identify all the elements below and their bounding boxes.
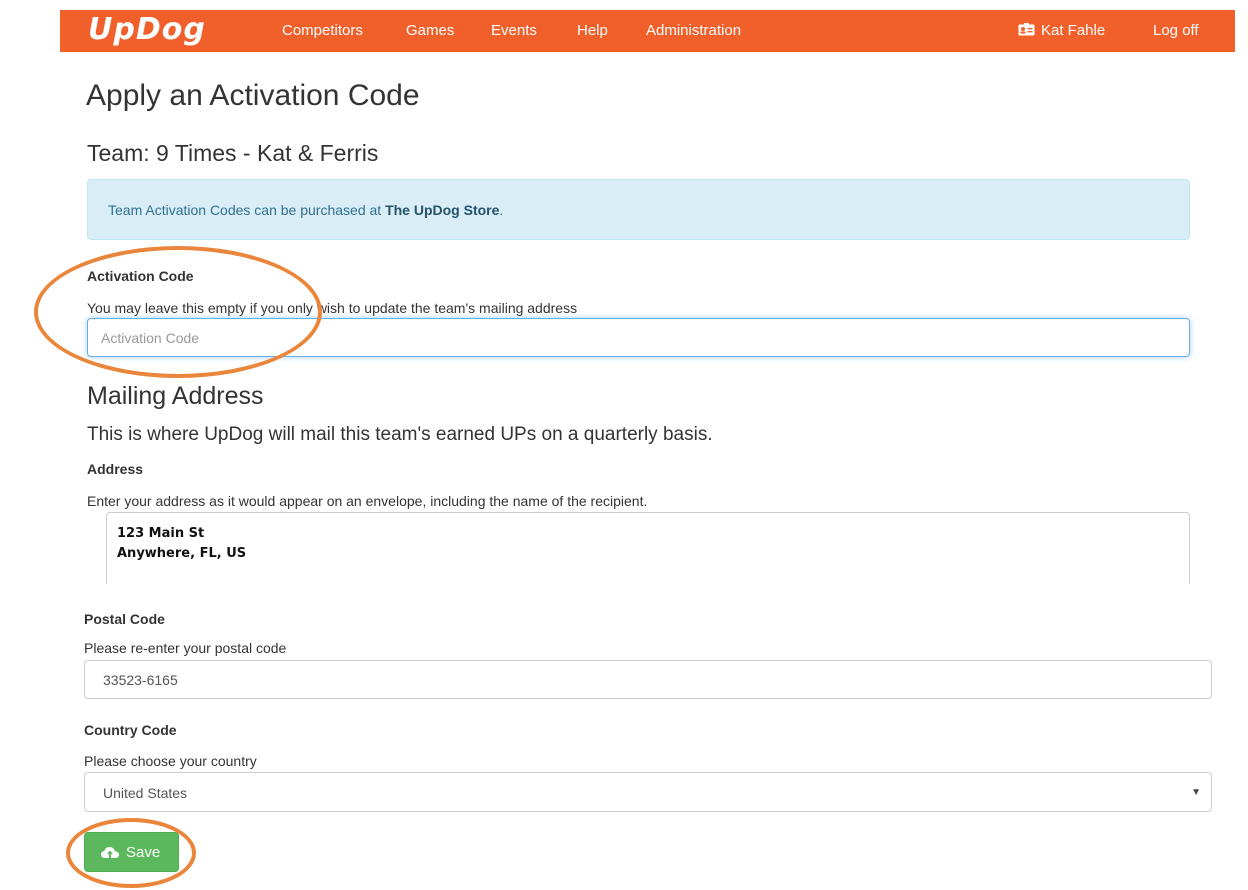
alert-text-end: . xyxy=(499,202,504,218)
postal-code-help: Please re-enter your postal code xyxy=(84,640,287,656)
id-card-icon xyxy=(1018,23,1035,36)
nav-competitors[interactable]: Competitors xyxy=(282,22,363,40)
address-line-2: Anywhere, FL, US xyxy=(117,546,247,561)
country-code-help: Please choose your country xyxy=(84,753,257,769)
address-help: Enter your address as it would appear on… xyxy=(87,493,648,509)
mailing-address-lead: This is where UpDog will mail this team'… xyxy=(87,424,713,445)
address-label: Address xyxy=(87,461,144,477)
nav-administration[interactable]: Administration xyxy=(646,22,741,40)
brand-logo[interactable]: UpDog xyxy=(88,14,206,46)
alert-text: Team Activation Codes can be purchased a… xyxy=(108,202,386,218)
country-select[interactable]: United States ▼ xyxy=(84,772,1212,812)
activation-code-input[interactable] xyxy=(87,318,1190,357)
store-link[interactable]: The UpDog Store xyxy=(385,202,499,218)
country-code-label: Country Code xyxy=(84,722,177,738)
nav-games[interactable]: Games xyxy=(406,22,454,40)
nav-logoff[interactable]: Log off xyxy=(1153,22,1199,40)
activation-code-label: Activation Code xyxy=(87,268,194,284)
team-title: Team: 9 Times - Kat & Ferris xyxy=(87,140,379,166)
cloud-upload-icon xyxy=(101,847,119,859)
activation-code-help: You may leave this empty if you only wis… xyxy=(87,300,578,316)
nav-user-name[interactable]: Kat Fahle xyxy=(1041,22,1105,40)
nav-events[interactable]: Events xyxy=(491,22,537,40)
info-alert: Team Activation Codes can be purchased a… xyxy=(87,179,1190,240)
address-textarea[interactable]: 123 Main St Anywhere, FL, US xyxy=(106,512,1190,584)
caret-down-icon: ▼ xyxy=(1191,787,1201,798)
country-selected-value: United States xyxy=(103,785,188,801)
save-button[interactable]: Save xyxy=(84,832,179,872)
address-line-1: 123 Main St xyxy=(117,526,205,541)
page-title: Apply an Activation Code xyxy=(86,79,420,112)
mailing-address-heading: Mailing Address xyxy=(87,382,264,410)
postal-code-label: Postal Code xyxy=(84,611,165,627)
save-button-label: Save xyxy=(126,844,161,861)
postal-code-input[interactable] xyxy=(84,660,1212,699)
top-navbar: UpDog Competitors Games Events Help Admi… xyxy=(60,10,1235,52)
nav-help[interactable]: Help xyxy=(577,22,608,40)
